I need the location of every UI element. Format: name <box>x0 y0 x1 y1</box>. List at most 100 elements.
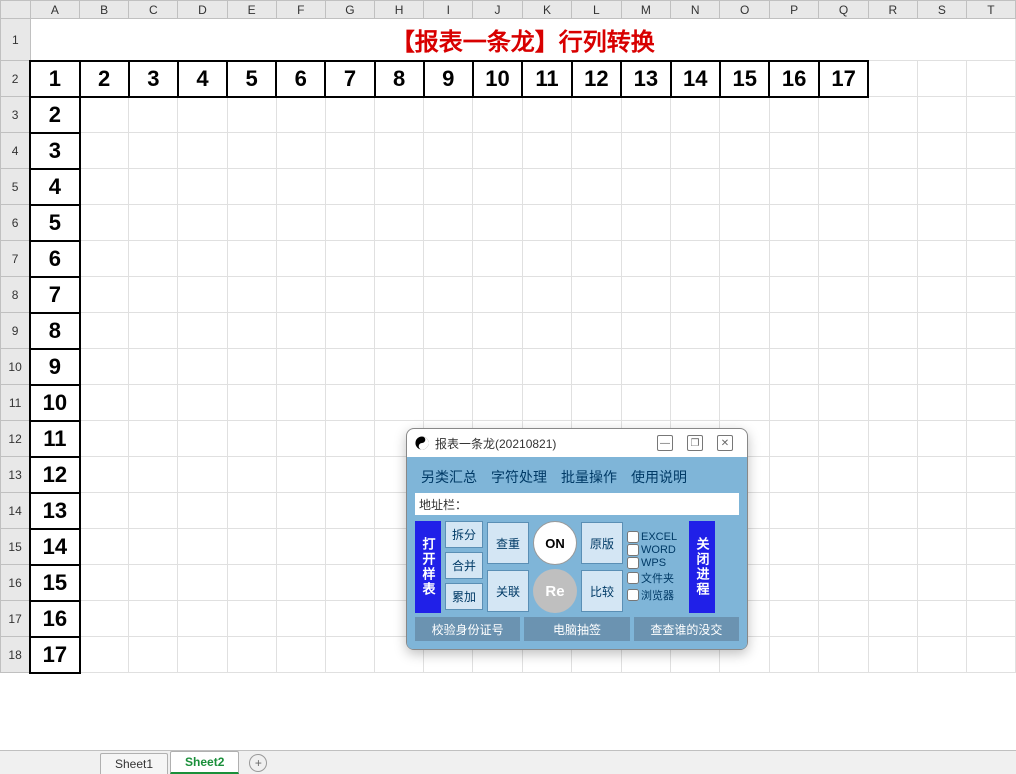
data-cell[interactable]: 8 <box>30 313 79 349</box>
empty-cell[interactable] <box>572 205 621 241</box>
empty-cell[interactable] <box>917 565 966 601</box>
empty-cell[interactable] <box>178 421 227 457</box>
empty-cell[interactable] <box>769 97 818 133</box>
empty-cell[interactable] <box>819 529 868 565</box>
empty-cell[interactable] <box>522 241 571 277</box>
empty-cell[interactable] <box>178 97 227 133</box>
empty-cell[interactable] <box>473 349 522 385</box>
empty-cell[interactable] <box>572 169 621 205</box>
empty-cell[interactable] <box>917 169 966 205</box>
empty-cell[interactable] <box>424 205 473 241</box>
data-cell[interactable]: 8 <box>375 61 424 97</box>
empty-cell[interactable] <box>621 133 670 169</box>
empty-cell[interactable] <box>325 637 374 673</box>
row-header[interactable]: 8 <box>1 277 31 313</box>
empty-cell[interactable] <box>671 277 720 313</box>
close-process-button[interactable]: 关闭进程 <box>689 521 715 613</box>
empty-cell[interactable] <box>424 313 473 349</box>
empty-cell[interactable] <box>720 241 769 277</box>
column-header[interactable]: K <box>522 1 571 19</box>
empty-cell[interactable] <box>375 313 424 349</box>
empty-cell[interactable] <box>522 169 571 205</box>
empty-cell[interactable] <box>80 277 129 313</box>
column-header[interactable]: N <box>671 1 720 19</box>
data-cell[interactable]: 13 <box>30 493 79 529</box>
empty-cell[interactable] <box>178 529 227 565</box>
data-cell[interactable]: 15 <box>30 565 79 601</box>
empty-cell[interactable] <box>868 421 917 457</box>
column-header[interactable]: O <box>720 1 769 19</box>
empty-cell[interactable] <box>966 169 1015 205</box>
empty-cell[interactable] <box>227 133 276 169</box>
empty-cell[interactable] <box>178 493 227 529</box>
empty-cell[interactable] <box>227 277 276 313</box>
row-header[interactable]: 15 <box>1 529 31 565</box>
row-header[interactable]: 3 <box>1 97 31 133</box>
lottery-button[interactable]: 电脑抽签 <box>524 617 629 641</box>
column-header[interactable]: B <box>80 1 129 19</box>
column-header[interactable]: J <box>473 1 522 19</box>
corner-cell[interactable] <box>1 1 31 19</box>
empty-cell[interactable] <box>917 637 966 673</box>
empty-cell[interactable] <box>80 565 129 601</box>
empty-cell[interactable] <box>917 313 966 349</box>
empty-cell[interactable] <box>966 97 1015 133</box>
row-header[interactable]: 7 <box>1 241 31 277</box>
empty-cell[interactable] <box>227 601 276 637</box>
empty-cell[interactable] <box>868 133 917 169</box>
row-header[interactable]: 14 <box>1 493 31 529</box>
data-cell[interactable]: 17 <box>30 637 79 673</box>
chk-word[interactable]: WORD <box>627 544 685 556</box>
empty-cell[interactable] <box>473 97 522 133</box>
empty-cell[interactable] <box>178 205 227 241</box>
data-cell[interactable]: 14 <box>30 529 79 565</box>
empty-cell[interactable] <box>671 349 720 385</box>
empty-cell[interactable] <box>868 457 917 493</box>
row-header[interactable]: 13 <box>1 457 31 493</box>
data-cell[interactable]: 14 <box>671 61 720 97</box>
empty-cell[interactable] <box>325 97 374 133</box>
empty-cell[interactable] <box>473 241 522 277</box>
empty-cell[interactable] <box>276 529 325 565</box>
empty-cell[interactable] <box>522 97 571 133</box>
empty-cell[interactable] <box>375 169 424 205</box>
link-button[interactable]: 关联 <box>487 570 529 612</box>
empty-cell[interactable] <box>325 565 374 601</box>
empty-cell[interactable] <box>769 313 818 349</box>
close-button[interactable]: ✕ <box>717 435 733 451</box>
empty-cell[interactable] <box>178 133 227 169</box>
data-cell[interactable]: 10 <box>30 385 79 421</box>
empty-cell[interactable] <box>80 421 129 457</box>
row-header[interactable]: 17 <box>1 601 31 637</box>
empty-cell[interactable] <box>819 565 868 601</box>
empty-cell[interactable] <box>671 205 720 241</box>
empty-cell[interactable] <box>769 457 818 493</box>
empty-cell[interactable] <box>178 565 227 601</box>
row-header[interactable]: 16 <box>1 565 31 601</box>
address-input[interactable] <box>471 494 739 514</box>
empty-cell[interactable] <box>522 313 571 349</box>
empty-cell[interactable] <box>178 169 227 205</box>
empty-cell[interactable] <box>227 421 276 457</box>
empty-cell[interactable] <box>966 421 1015 457</box>
empty-cell[interactable] <box>917 385 966 421</box>
empty-cell[interactable] <box>819 277 868 313</box>
row-header[interactable]: 4 <box>1 133 31 169</box>
empty-cell[interactable] <box>966 313 1015 349</box>
empty-cell[interactable] <box>129 637 178 673</box>
empty-cell[interactable] <box>473 385 522 421</box>
empty-cell[interactable] <box>276 601 325 637</box>
empty-cell[interactable] <box>129 169 178 205</box>
empty-cell[interactable] <box>868 637 917 673</box>
empty-cell[interactable] <box>966 205 1015 241</box>
data-cell[interactable]: 2 <box>30 97 79 133</box>
empty-cell[interactable] <box>819 601 868 637</box>
chk-excel[interactable]: EXCEL <box>627 531 685 543</box>
empty-cell[interactable] <box>621 349 670 385</box>
empty-cell[interactable] <box>621 205 670 241</box>
empty-cell[interactable] <box>80 205 129 241</box>
data-cell[interactable]: 5 <box>30 205 79 241</box>
empty-cell[interactable] <box>227 169 276 205</box>
empty-cell[interactable] <box>375 205 424 241</box>
empty-cell[interactable] <box>572 313 621 349</box>
